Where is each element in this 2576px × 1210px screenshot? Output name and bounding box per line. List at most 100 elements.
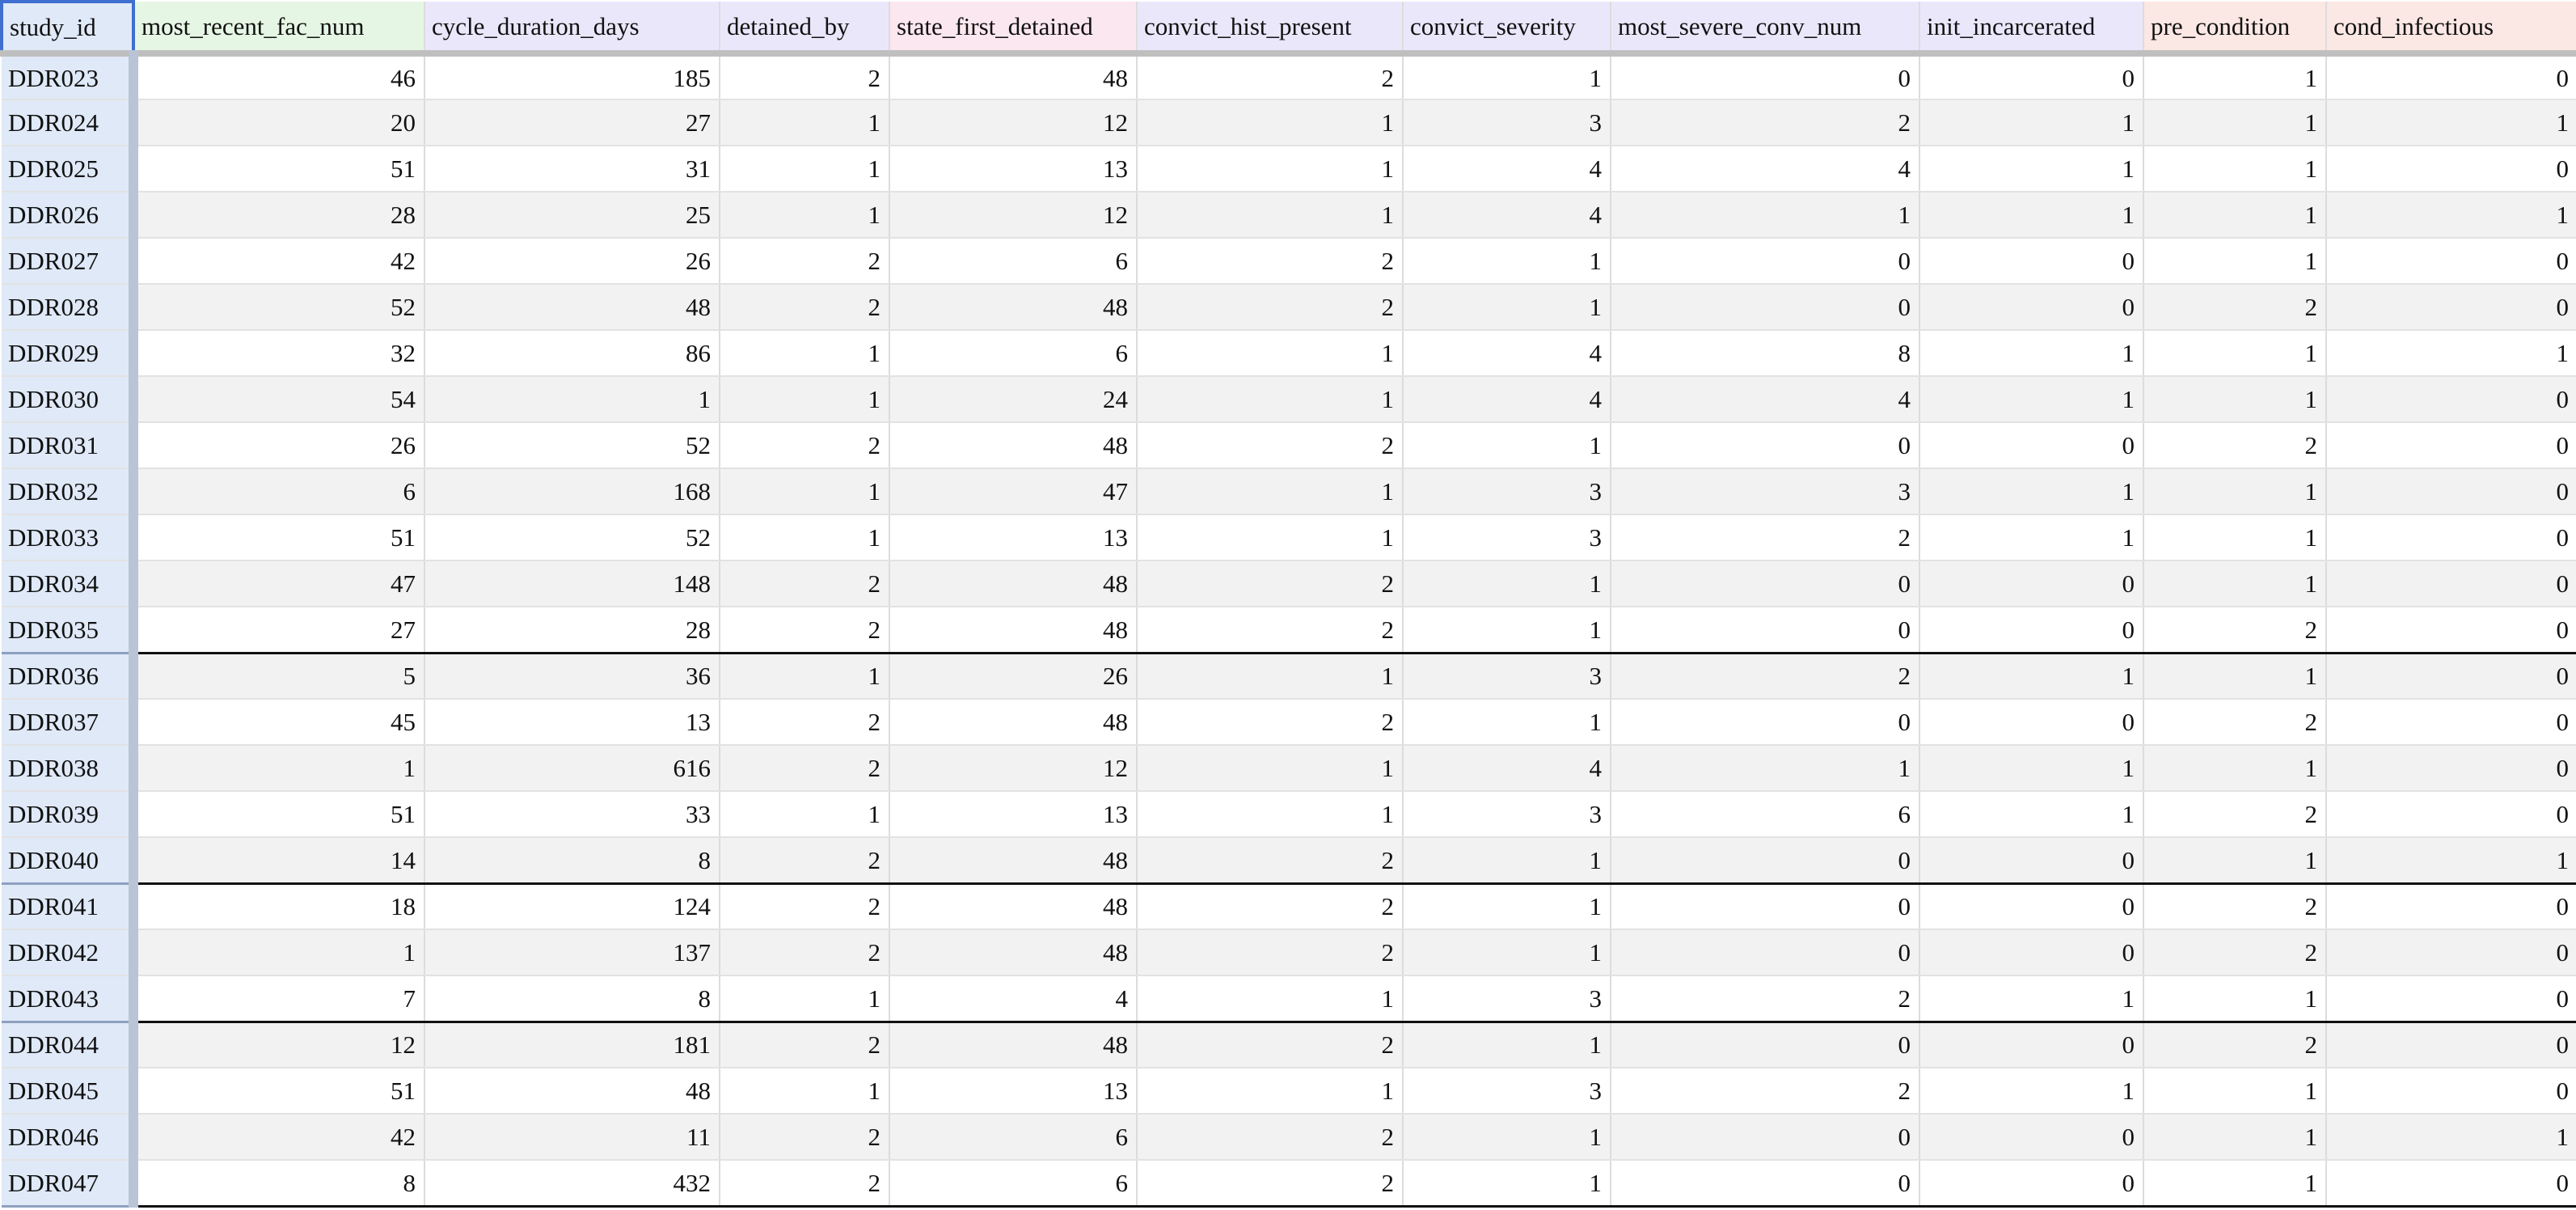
column-header-convict-hist-present[interactable]: convict_hist_present: [1137, 2, 1404, 57]
cell-convict-severity[interactable]: 3: [1403, 468, 1611, 515]
row-header-cell[interactable]: DDR037: [2, 699, 138, 746]
cell-cycle-duration-days[interactable]: 1: [424, 376, 720, 423]
cell-cycle-duration-days[interactable]: 25: [424, 192, 720, 239]
table-row[interactable]: DDR047 8 432 2 6 2 1 0 0 1 0: [2, 1160, 2576, 1208]
cell-state-first-detained[interactable]: 48: [889, 53, 1138, 100]
cell-detained-by[interactable]: 1: [720, 330, 890, 377]
cell-cond-infectious[interactable]: 0: [2326, 284, 2576, 331]
cell-convict-hist-present[interactable]: 1: [1137, 192, 1404, 239]
cell-convict-hist-present[interactable]: 1: [1137, 468, 1404, 515]
table-row[interactable]: DDR028 52 48 2 48 2 1 0 0 2 0: [2, 284, 2576, 331]
cell-convict-severity[interactable]: 4: [1403, 376, 1611, 423]
cell-most-severe-conv-num[interactable]: 0: [1611, 1160, 1920, 1208]
cell-cond-infectious[interactable]: 0: [2326, 514, 2576, 561]
table-row[interactable]: DDR030 54 1 1 24 1 4 4 1 1 0: [2, 376, 2576, 423]
cell-pre-condition[interactable]: 1: [2143, 514, 2327, 561]
table-row[interactable]: DDR023 46 185 2 48 2 1 0 0 1 0: [2, 53, 2576, 100]
cell-most-severe-conv-num[interactable]: 2: [1611, 99, 1920, 146]
cell-convict-hist-present[interactable]: 2: [1137, 53, 1404, 100]
cell-pre-condition[interactable]: 2: [2143, 607, 2327, 654]
cell-pre-condition[interactable]: 1: [2143, 238, 2327, 285]
cell-pre-condition[interactable]: 1: [2143, 99, 2327, 146]
cell-pre-condition[interactable]: 2: [2143, 883, 2327, 930]
row-header-cell[interactable]: DDR026: [2, 192, 138, 239]
cell-most-recent-fac-num[interactable]: 54: [133, 376, 425, 423]
cell-convict-severity[interactable]: 1: [1403, 53, 1611, 100]
cell-most-recent-fac-num[interactable]: 28: [133, 192, 425, 239]
column-header-state-first-detained[interactable]: state_first_detained: [889, 2, 1138, 57]
cell-state-first-detained[interactable]: 48: [889, 929, 1138, 976]
cell-convict-severity[interactable]: 4: [1403, 745, 1611, 792]
cell-state-first-detained[interactable]: 6: [889, 238, 1138, 285]
cell-cond-infectious[interactable]: 0: [2326, 1160, 2576, 1208]
cell-most-severe-conv-num[interactable]: 0: [1611, 422, 1920, 469]
cell-pre-condition[interactable]: 1: [2143, 745, 2327, 792]
cell-state-first-detained[interactable]: 13: [889, 514, 1138, 561]
cell-most-recent-fac-num[interactable]: 1: [133, 929, 425, 976]
row-header-cell[interactable]: DDR040: [2, 837, 138, 885]
cell-convict-severity[interactable]: 3: [1403, 514, 1611, 561]
row-header-cell[interactable]: DDR041: [2, 883, 138, 930]
cell-most-recent-fac-num[interactable]: 20: [133, 99, 425, 146]
cell-pre-condition[interactable]: 2: [2143, 422, 2327, 469]
cell-most-recent-fac-num[interactable]: 27: [133, 607, 425, 654]
row-header-cell[interactable]: DDR032: [2, 468, 138, 515]
cell-pre-condition[interactable]: 1: [2143, 330, 2327, 377]
row-header-cell[interactable]: DDR031: [2, 422, 138, 469]
cell-cond-infectious[interactable]: 1: [2326, 330, 2576, 377]
cell-cond-infectious[interactable]: 0: [2326, 883, 2576, 930]
cell-pre-condition[interactable]: 1: [2143, 1114, 2327, 1161]
cell-state-first-detained[interactable]: 48: [889, 837, 1138, 885]
cell-most-severe-conv-num[interactable]: 0: [1611, 837, 1920, 885]
cell-state-first-detained[interactable]: 48: [889, 607, 1138, 654]
table-row[interactable]: DDR044 12 181 2 48 2 1 0 0 2 0: [2, 1022, 2576, 1068]
cell-convict-severity[interactable]: 1: [1403, 1022, 1611, 1068]
table-row[interactable]: DDR034 47 148 2 48 2 1 0 0 1 0: [2, 561, 2576, 607]
row-header-cell[interactable]: DDR023: [2, 53, 138, 100]
column-header-convict-severity[interactable]: convict_severity: [1403, 2, 1611, 57]
cell-init-incarcerated[interactable]: 0: [1919, 284, 2144, 331]
cell-detained-by[interactable]: 1: [720, 1068, 890, 1115]
cell-detained-by[interactable]: 1: [720, 99, 890, 146]
cell-pre-condition[interactable]: 2: [2143, 699, 2327, 746]
cell-most-severe-conv-num[interactable]: 6: [1611, 791, 1920, 838]
cell-cycle-duration-days[interactable]: 148: [424, 561, 720, 607]
cell-detained-by[interactable]: 2: [720, 745, 890, 792]
cell-cond-infectious[interactable]: 1: [2326, 99, 2576, 146]
cell-cycle-duration-days[interactable]: 432: [424, 1160, 720, 1208]
cell-most-severe-conv-num[interactable]: 4: [1611, 376, 1920, 423]
cell-convict-hist-present[interactable]: 2: [1137, 699, 1404, 746]
cell-most-recent-fac-num[interactable]: 12: [133, 1022, 425, 1068]
cell-convict-severity[interactable]: 3: [1403, 1068, 1611, 1115]
cell-most-recent-fac-num[interactable]: 52: [133, 284, 425, 331]
cell-convict-hist-present[interactable]: 2: [1137, 1160, 1404, 1208]
cell-cond-infectious[interactable]: 0: [2326, 699, 2576, 746]
cell-cycle-duration-days[interactable]: 168: [424, 468, 720, 515]
cell-init-incarcerated[interactable]: 1: [1919, 514, 2144, 561]
cell-convict-hist-present[interactable]: 1: [1137, 99, 1404, 146]
cell-most-severe-conv-num[interactable]: 0: [1611, 607, 1920, 654]
cell-convict-hist-present[interactable]: 2: [1137, 1022, 1404, 1068]
cell-cond-infectious[interactable]: 0: [2326, 1068, 2576, 1115]
table-row[interactable]: DDR036 5 36 1 26 1 3 2 1 1 0: [2, 653, 2576, 700]
table-row[interactable]: DDR027 42 26 2 6 2 1 0 0 1 0: [2, 238, 2576, 285]
cell-cond-infectious[interactable]: 0: [2326, 607, 2576, 654]
cell-most-recent-fac-num[interactable]: 42: [133, 1114, 425, 1161]
cell-state-first-detained[interactable]: 48: [889, 561, 1138, 607]
cell-most-severe-conv-num[interactable]: 0: [1611, 1114, 1920, 1161]
cell-convict-hist-present[interactable]: 1: [1137, 146, 1404, 192]
cell-state-first-detained[interactable]: 12: [889, 99, 1138, 146]
cell-most-recent-fac-num[interactable]: 18: [133, 883, 425, 930]
cell-convict-severity[interactable]: 1: [1403, 1114, 1611, 1161]
cell-cycle-duration-days[interactable]: 86: [424, 330, 720, 377]
cell-detained-by[interactable]: 1: [720, 376, 890, 423]
cell-convict-hist-present[interactable]: 2: [1137, 422, 1404, 469]
cell-init-incarcerated[interactable]: 1: [1919, 791, 2144, 838]
cell-state-first-detained[interactable]: 13: [889, 791, 1138, 838]
cell-init-incarcerated[interactable]: 0: [1919, 1022, 2144, 1068]
cell-detained-by[interactable]: 2: [720, 238, 890, 285]
cell-detained-by[interactable]: 1: [720, 653, 890, 700]
cell-most-recent-fac-num[interactable]: 1: [133, 745, 425, 792]
cell-pre-condition[interactable]: 2: [2143, 284, 2327, 331]
cell-most-recent-fac-num[interactable]: 51: [133, 791, 425, 838]
